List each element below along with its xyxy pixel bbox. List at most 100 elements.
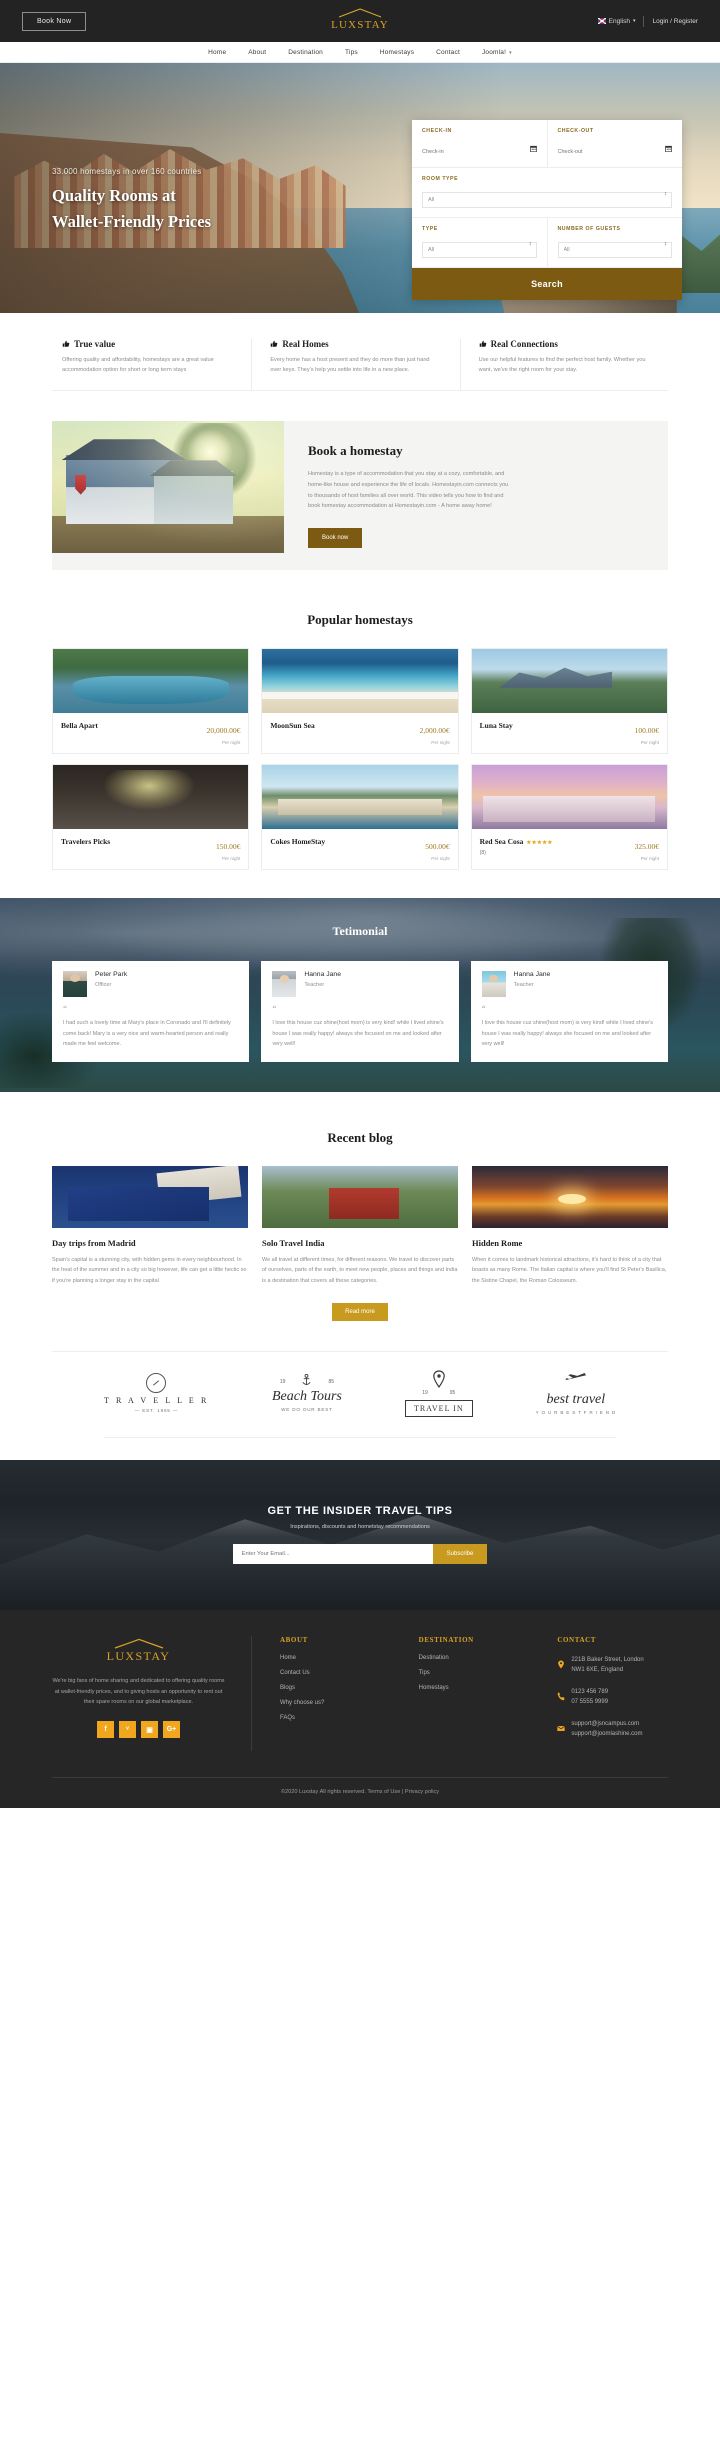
testimonial-text: I had such a lovely time at Mary's place… xyxy=(63,1020,231,1048)
homestay-card-image xyxy=(53,649,249,714)
homestay-card[interactable]: Travelers Picks 150.00€ Per night xyxy=(52,764,250,871)
book-now-button[interactable]: Book Now xyxy=(22,11,87,31)
divider xyxy=(643,15,645,27)
nav-item-tips[interactable]: Tips xyxy=(334,49,369,56)
footer-link-why-choose-us[interactable]: Why choose us? xyxy=(280,1700,391,1706)
site-logo[interactable]: LUXSTAY xyxy=(331,8,389,31)
blog-card[interactable]: Day trips from Madrid Spain's capital is… xyxy=(52,1165,248,1286)
homestay-card[interactable]: MoonSun Sea 2,000.00€ Per night xyxy=(261,648,459,755)
feature-real-connections: Real Connections Use our helpful feature… xyxy=(461,339,668,390)
book-now-cta-button[interactable]: Book now xyxy=(308,528,363,549)
avatar xyxy=(272,971,297,998)
quote-icon: “ xyxy=(481,1004,486,1014)
email-line-1[interactable]: support@jsncampus.com xyxy=(571,1721,639,1727)
blog-card-title: Hidden Rome xyxy=(472,1237,523,1248)
avatar xyxy=(63,971,87,998)
testimonial-section: Tetimonial Peter Park Officer “ I had su… xyxy=(0,898,720,1092)
partner-tagline: WE DO OUR BEST xyxy=(281,1407,333,1413)
instagram-icon[interactable]: ▣ xyxy=(141,1721,158,1739)
homestay-card-price-unit: Per night xyxy=(221,740,241,746)
testimonial-author-name: Hanna Jane xyxy=(513,971,551,979)
search-button[interactable]: Search xyxy=(412,268,682,300)
blog-card-excerpt: We all travel at different times, for di… xyxy=(262,1256,458,1284)
footer-link-destination[interactable]: Destination xyxy=(419,1655,530,1661)
hero-title: Quality Rooms at Wallet-Friendly Prices xyxy=(52,183,211,234)
nav-item-homestays[interactable]: Homestays xyxy=(369,49,425,56)
hero-title-line-1: Quality Rooms at xyxy=(52,186,176,205)
homestay-card-image xyxy=(471,765,667,830)
quote-icon: “ xyxy=(63,1004,67,1014)
homestay-card-name: MoonSun Sea xyxy=(270,721,315,731)
partner-name: best travel xyxy=(546,1391,606,1407)
page-root: Book Now LUXSTAY English ▾ Login / Regis… xyxy=(0,0,720,1808)
quote-icon: “ xyxy=(272,1004,277,1014)
book-homestay-section: Book a homestay Homestay is a type of ac… xyxy=(0,409,720,599)
recent-blog-section: Recent blog Day trips from Madrid Spain'… xyxy=(0,1091,720,1337)
homestay-card-price: 150.00€ xyxy=(215,842,241,852)
checkin-field-group: CHECK-IN xyxy=(412,120,548,168)
nav-item-about[interactable]: About xyxy=(237,49,277,56)
footer-column-heading: DESTINATION xyxy=(418,1635,474,1644)
blog-card[interactable]: Solo Travel India We all travel at diffe… xyxy=(262,1165,458,1286)
guests-select[interactable]: All xyxy=(557,242,672,258)
partner-tagline: — EST. 1965 — xyxy=(134,1408,179,1414)
feature-text: Every home has a host present and they d… xyxy=(270,357,430,374)
blog-card-grid: Day trips from Madrid Spain's capital is… xyxy=(0,1165,720,1286)
compass-icon xyxy=(146,1373,167,1394)
nav-item-destination[interactable]: Destination xyxy=(277,49,334,56)
read-more-button[interactable]: Read more xyxy=(332,1302,388,1321)
homestay-card[interactable]: Cokes HomeStay 500.00€ Per night xyxy=(261,764,459,871)
roof-icon xyxy=(113,1636,165,1649)
homestay-card-image xyxy=(471,649,667,714)
homestay-card-price: 500.00€ xyxy=(425,842,450,852)
login-register-link[interactable]: Login / Register xyxy=(652,18,698,25)
footer-link-faqs[interactable]: FAQs xyxy=(280,1715,391,1721)
testimonial-author-name: Hanna Jane xyxy=(304,971,341,979)
nav-item-contact[interactable]: Contact xyxy=(425,49,471,56)
homestay-card[interactable]: Luna Stay 100.00€ Per night xyxy=(470,648,668,755)
footer-link-blogs[interactable]: Blogs xyxy=(280,1685,391,1691)
partner-name: TRAVEL IN xyxy=(404,1399,473,1417)
email-line-2[interactable]: support@joomlashine.com xyxy=(571,1731,642,1737)
newsletter-title: GET THE INSIDER TRAVEL TIPS xyxy=(267,1505,453,1518)
homestay-card-image xyxy=(53,765,249,830)
homestay-photo xyxy=(52,420,284,553)
twitter-icon[interactable]: ᵛ xyxy=(119,1721,136,1739)
newsletter-email-input[interactable] xyxy=(232,1544,433,1565)
nav-item-home[interactable]: Home xyxy=(197,49,237,56)
footer-link-tips[interactable]: Tips xyxy=(419,1670,530,1676)
homestay-card-price-unit: Per night xyxy=(640,856,659,862)
review-count: (8) xyxy=(479,849,486,856)
language-selector[interactable]: English ▾ xyxy=(597,18,636,25)
top-bar-right: English ▾ Login / Register xyxy=(597,15,698,27)
checkin-input[interactable] xyxy=(422,149,537,155)
type-field-group: TYPE All xyxy=(412,218,548,268)
partner-beach-tours-logo: 19 85 Beach Tours WE DO OUR BEST xyxy=(272,1374,342,1412)
homestay-card[interactable]: Bella Apart 20,000.00€ Per night xyxy=(52,648,250,755)
blog-card-image xyxy=(52,1165,248,1228)
homestay-card[interactable]: Red Sea Cosa ★★★★★ (8) 325.00€ Per night xyxy=(470,764,668,871)
facebook-icon[interactable]: f xyxy=(97,1721,114,1739)
roomtype-select[interactable]: All xyxy=(422,192,672,208)
checkout-field-group: CHECK-OUT xyxy=(547,120,682,168)
chevron-down-icon: ▾ xyxy=(632,18,636,24)
footer-link-home[interactable]: Home xyxy=(280,1655,391,1661)
footer-column-heading: CONTACT xyxy=(557,1635,597,1644)
calendar-icon[interactable] xyxy=(665,139,672,153)
nav-item-joomla[interactable]: Joomla! xyxy=(471,49,523,56)
google-plus-icon[interactable]: G+ xyxy=(163,1721,180,1739)
type-select[interactable]: All xyxy=(422,242,537,258)
site-footer: LUXSTAY We're big fans of home sharing a… xyxy=(0,1609,720,1808)
checkout-input[interactable] xyxy=(557,149,672,155)
calendar-icon[interactable] xyxy=(529,139,537,153)
subscribe-button[interactable]: Subscribe xyxy=(432,1544,488,1565)
testimonial-text: I love this house cuz shine(host mom) is… xyxy=(481,1020,653,1048)
avatar xyxy=(481,971,506,998)
hero-banner: 33.000 homestays in over 160 countries Q… xyxy=(0,63,720,313)
location-pin-icon xyxy=(432,1370,446,1388)
blog-card-title: Solo Travel India xyxy=(262,1237,325,1248)
footer-link-homestays[interactable]: Homestays xyxy=(419,1685,530,1691)
partner-name: Beach Tours xyxy=(272,1389,342,1405)
footer-link-contact-us[interactable]: Contact Us xyxy=(280,1670,391,1676)
blog-card[interactable]: Hidden Rome When it comes to landmark hi… xyxy=(472,1165,668,1286)
